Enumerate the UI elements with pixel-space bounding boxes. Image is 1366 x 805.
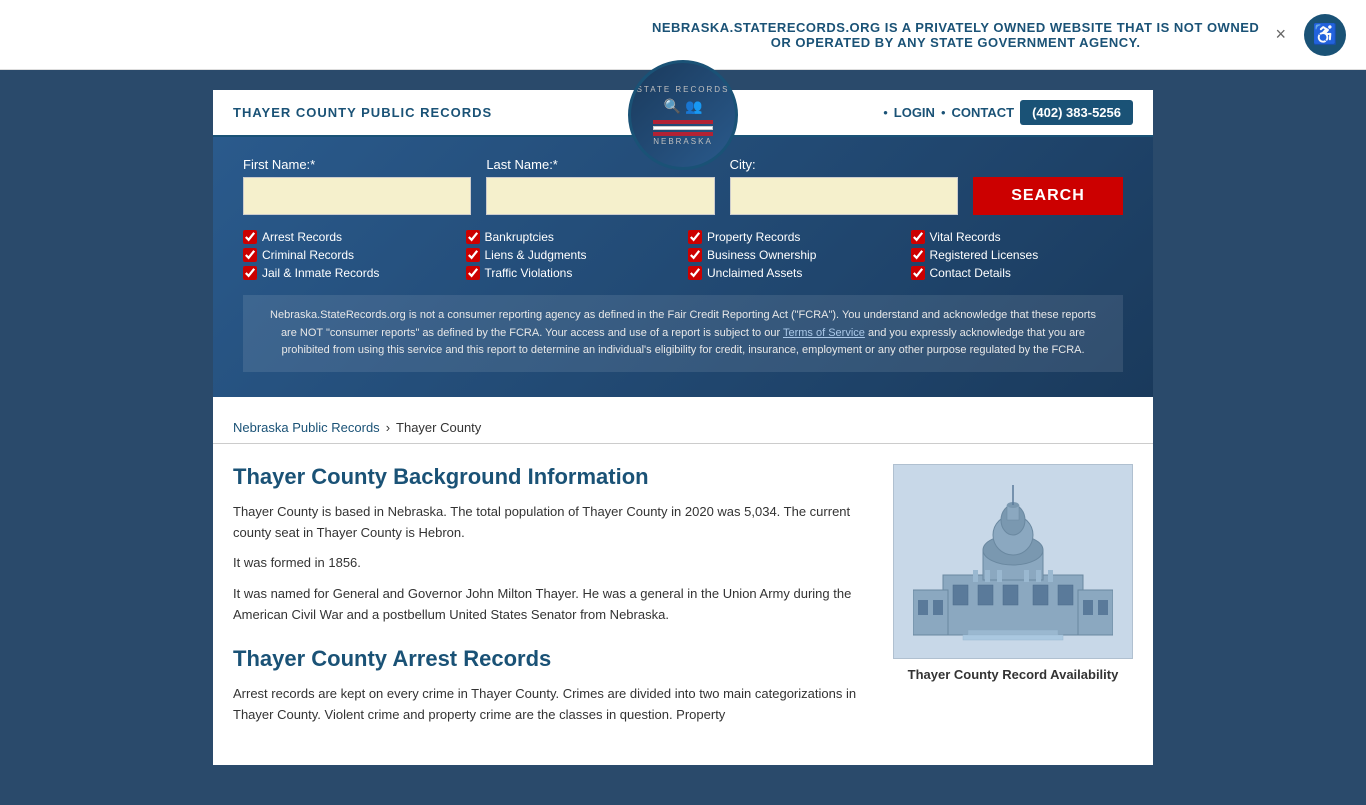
first-name-input[interactable] — [243, 177, 471, 215]
banner-text: NEBRASKA.STATERECORDS.ORG IS A PRIVATELY… — [644, 20, 1268, 50]
city-input[interactable] — [730, 177, 958, 215]
search-area: First Name:* Last Name:* City: SEARCH — [213, 137, 1153, 397]
checkbox-liens: Liens & Judgments — [466, 248, 679, 262]
checkbox-bankruptcies: Bankruptcies — [466, 230, 679, 244]
checkbox-licenses-input[interactable] — [911, 248, 925, 262]
checkbox-business: Business Ownership — [688, 248, 901, 262]
content-sidebar: Thayer County Record Availability — [893, 464, 1133, 736]
arrest-para1: Arrest records are kept on every crime i… — [233, 684, 873, 726]
main-wrapper: THAYER COUNTY PUBLIC RECORDS STATE RECOR… — [0, 70, 1366, 805]
checkbox-unclaimed-label: Unclaimed Assets — [707, 266, 802, 280]
checkbox-property-input[interactable] — [688, 230, 702, 244]
capitol-building-svg — [913, 475, 1113, 645]
dot-2: • — [941, 105, 946, 120]
checkbox-vital-records: Vital Records — [911, 230, 1124, 244]
checkbox-contact-label: Contact Details — [930, 266, 1011, 280]
breadcrumb: Nebraska Public Records › Thayer County — [213, 412, 1153, 444]
content-main: Thayer County Background Information Tha… — [233, 464, 873, 736]
background-para1: Thayer County is based in Nebraska. The … — [233, 502, 873, 544]
checkbox-arrest-label: Arrest Records — [262, 230, 342, 244]
city-label: City: — [730, 157, 958, 172]
search-icon: 🔍 — [664, 98, 681, 115]
checkbox-liens-input[interactable] — [466, 248, 480, 262]
logo-top-text: STATE RECORDS — [637, 85, 730, 94]
logo-icons: 🔍 👥 — [664, 98, 703, 115]
checkbox-contact: Contact Details — [911, 266, 1124, 280]
logo-badge: STATE RECORDS 🔍 👥 NEBRASKA — [628, 60, 738, 170]
breadcrumb-separator: › — [386, 420, 390, 435]
search-button[interactable]: SEARCH — [973, 177, 1123, 215]
checkbox-unclaimed-input[interactable] — [688, 266, 702, 280]
checkboxes-area: Arrest Records Bankruptcies Property Rec… — [243, 230, 1123, 280]
phone-button[interactable]: (402) 383-5256 — [1020, 100, 1133, 125]
login-link[interactable]: LOGIN — [894, 105, 935, 120]
last-name-input[interactable] — [486, 177, 714, 215]
checkbox-vital-input[interactable] — [911, 230, 925, 244]
breadcrumb-current: Thayer County — [396, 420, 481, 435]
checkbox-arrest-input[interactable] — [243, 230, 257, 244]
checkbox-vital-label: Vital Records — [930, 230, 1001, 244]
checkbox-business-label: Business Ownership — [707, 248, 816, 262]
checkbox-arrest-records: Arrest Records — [243, 230, 456, 244]
checkbox-business-input[interactable] — [688, 248, 702, 262]
card-header: THAYER COUNTY PUBLIC RECORDS STATE RECOR… — [213, 90, 1153, 137]
people-icon: 👥 — [685, 98, 702, 115]
checkbox-criminal-label: Criminal Records — [262, 248, 354, 262]
site-title: THAYER COUNTY PUBLIC RECORDS — [233, 105, 492, 120]
checkbox-jail: Jail & Inmate Records — [243, 266, 456, 280]
checkbox-unclaimed: Unclaimed Assets — [688, 266, 901, 280]
checkbox-liens-label: Liens & Judgments — [485, 248, 587, 262]
checkbox-property-records: Property Records — [688, 230, 901, 244]
checkbox-contact-input[interactable] — [911, 266, 925, 280]
city-group: City: — [730, 157, 958, 215]
checkbox-criminal-input[interactable] — [243, 248, 257, 262]
close-banner-button[interactable]: × — [1268, 20, 1295, 49]
header-right: • LOGIN • CONTACT (402) 383-5256 — [883, 100, 1133, 125]
logo-container: STATE RECORDS 🔍 👥 NEBRASKA — [628, 60, 738, 170]
checkbox-jail-label: Jail & Inmate Records — [262, 266, 379, 280]
checkbox-registered-licenses: Registered Licenses — [911, 248, 1124, 262]
checkbox-property-label: Property Records — [707, 230, 800, 244]
logo-bottom-text: NEBRASKA — [653, 137, 713, 146]
arrest-title: Thayer County Arrest Records — [233, 646, 873, 672]
background-para3: It was named for General and Governor Jo… — [233, 584, 873, 626]
breadcrumb-link[interactable]: Nebraska Public Records — [233, 420, 380, 435]
content-area: Thayer County Background Information Tha… — [213, 444, 1153, 766]
accessibility-button[interactable]: ♿ — [1304, 14, 1346, 56]
checkbox-bankruptcies-input[interactable] — [466, 230, 480, 244]
background-title: Thayer County Background Information — [233, 464, 873, 490]
checkbox-criminal-records: Criminal Records — [243, 248, 456, 262]
first-name-group: First Name:* — [243, 157, 471, 215]
checkbox-traffic-input[interactable] — [466, 266, 480, 280]
checkbox-bankruptcies-label: Bankruptcies — [485, 230, 554, 244]
main-card: THAYER COUNTY PUBLIC RECORDS STATE RECOR… — [213, 90, 1153, 765]
sidebar-image-wrapper — [893, 464, 1133, 659]
disclaimer: Nebraska.StateRecords.org is not a consu… — [243, 295, 1123, 372]
terms-link[interactable]: Terms of Service — [783, 327, 865, 339]
checkbox-licenses-label: Registered Licenses — [930, 248, 1039, 262]
background-para2: It was formed in 1856. — [233, 553, 873, 574]
first-name-label: First Name:* — [243, 157, 471, 172]
checkbox-traffic-label: Traffic Violations — [485, 266, 573, 280]
checkbox-traffic: Traffic Violations — [466, 266, 679, 280]
dot-1: • — [883, 105, 888, 120]
sidebar-caption: Thayer County Record Availability — [893, 667, 1133, 682]
contact-link[interactable]: CONTACT — [952, 105, 1015, 120]
checkbox-jail-input[interactable] — [243, 266, 257, 280]
